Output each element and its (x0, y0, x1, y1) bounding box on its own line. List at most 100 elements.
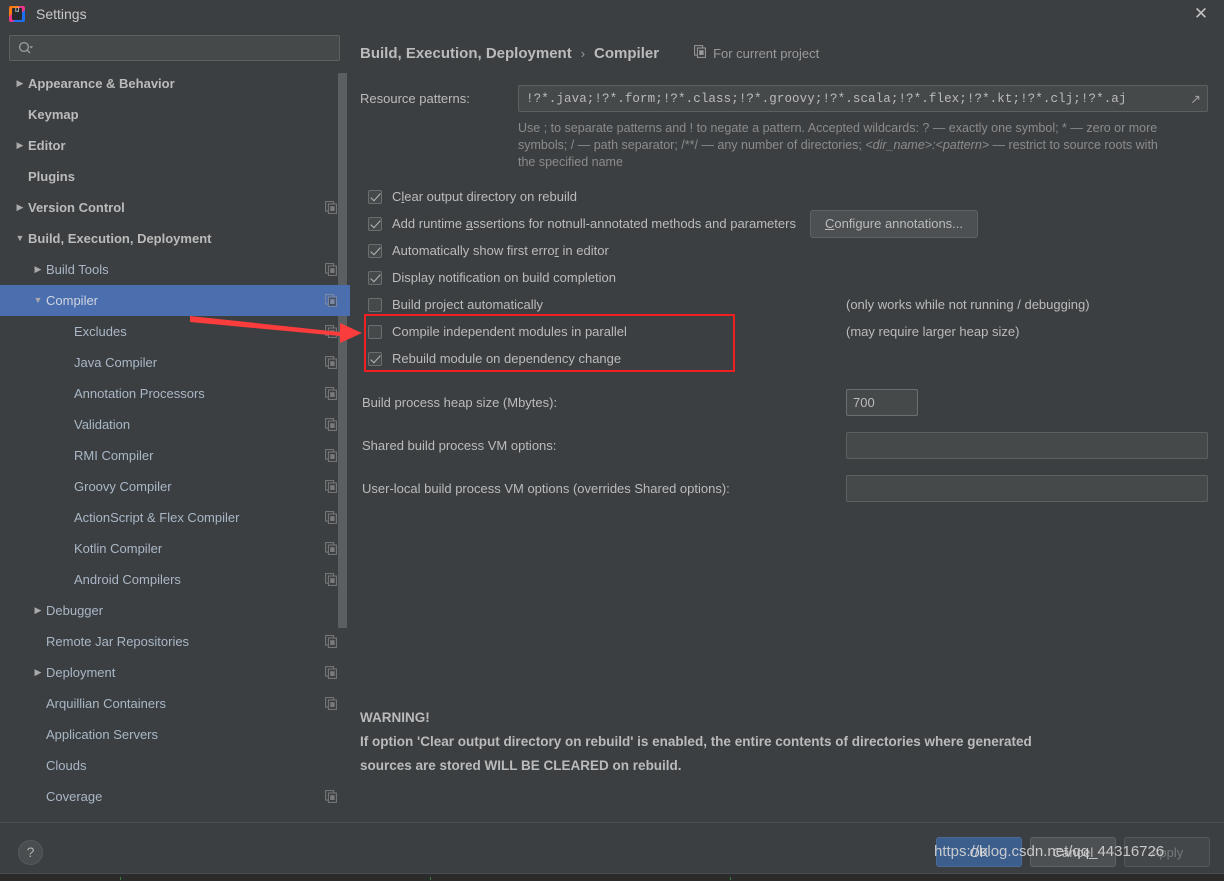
chevron-right-icon[interactable]: ▶ (12, 79, 28, 88)
chevron-right-icon[interactable]: ▶ (30, 265, 46, 274)
sidebar-item-label: Application Servers (46, 727, 158, 742)
checkbox-row-add-runtime-assertions-for: Add runtime assertions for notnull-annot… (368, 209, 1208, 238)
ok-button[interactable]: OK (936, 837, 1022, 867)
shared-vm-options-input[interactable] (846, 431, 1208, 459)
checkbox-rebuild-module-on-dependency[interactable] (368, 351, 382, 366)
sidebar-item-label: Appearance & Behavior (28, 76, 175, 91)
search-input[interactable] (39, 40, 331, 56)
copy-icon (325, 666, 338, 679)
sidebar-item-plugins[interactable]: ▶Plugins (0, 161, 350, 192)
checkbox-clear-output-directory-on[interactable] (368, 189, 382, 204)
close-icon[interactable]: ✕ (1178, 0, 1224, 27)
checkbox-label[interactable]: Compile independent modules in parallel (392, 324, 627, 339)
copy-icon (325, 356, 338, 369)
warning-line-2: sources are stored WILL BE CLEARED on re… (360, 758, 682, 773)
sidebar-item-label: Validation (74, 417, 131, 432)
heap-size-row: Build process heap size (Mbytes): (362, 384, 1208, 420)
heap-size-label: Build process heap size (Mbytes): (362, 394, 558, 410)
sidebar-item-debugger[interactable]: ▶ Debugger (0, 595, 350, 626)
intellij-idea-logo-icon (9, 5, 25, 22)
sidebar-item-build-tools[interactable]: ▶ Build Tools (0, 254, 350, 285)
local-vm-options-input[interactable] (846, 474, 1208, 502)
sidebar-item-java-compiler[interactable]: ▶Java Compiler (0, 347, 350, 378)
copy-icon (325, 418, 338, 431)
resource-patterns-input[interactable] (526, 91, 1181, 106)
warning-title: WARNING! (360, 710, 430, 725)
checkbox-label[interactable]: Automatically show first error in editor (392, 243, 609, 258)
copy-icon (325, 573, 338, 586)
checkbox-compile-independent-modules-in[interactable] (368, 324, 382, 339)
expand-icon[interactable]: ↗ (1190, 92, 1201, 105)
chevron-down-icon[interactable]: ▼ (12, 234, 28, 243)
help-button[interactable]: ? (18, 839, 43, 865)
for-current-project-text: For current project (713, 45, 820, 61)
settings-tree[interactable]: ▶Appearance & Behavior▶Keymap▶Editor▶Plu… (0, 67, 350, 822)
checkbox-label[interactable]: Rebuild module on dependency change (392, 351, 621, 366)
checkbox-row-rebuild-module-on-dependency: Rebuild module on dependency change (368, 345, 1208, 372)
breadcrumb-parent[interactable]: Build, Execution, Deployment (360, 45, 572, 62)
dialog-body: ▶Appearance & Behavior▶Keymap▶Editor▶Plu… (0, 27, 1224, 822)
sidebar-item-application-servers[interactable]: ▶Application Servers (0, 719, 350, 750)
checkbox-add-runtime-assertions-for[interactable] (368, 216, 382, 231)
hint-line-2b: — restrict to (989, 138, 1060, 152)
sidebar-item-actionscript-flex-compiler[interactable]: ▶ActionScript & Flex Compiler (0, 502, 350, 533)
checkbox-display-notification-on-build[interactable] (368, 270, 382, 285)
checkbox-label[interactable]: Build project automatically (392, 297, 543, 312)
sidebar-item-build-execution-deployment[interactable]: ▼ Build, Execution, Deployment (0, 223, 350, 254)
sidebar-item-version-control[interactable]: ▶ Version Control (0, 192, 350, 223)
sidebar-item-label: Groovy Compiler (74, 479, 172, 494)
checkbox-row-clear-output-directory-on: Clear output directory on rebuild (368, 183, 1208, 210)
sidebar-item-android-compilers[interactable]: ▶Android Compilers (0, 564, 350, 595)
checkbox-label[interactable]: Display notification on build completion (392, 270, 616, 285)
sidebar-item-editor[interactable]: ▶ Editor (0, 130, 350, 161)
sidebar-item-label: Plugins (28, 169, 75, 184)
sidebar-item-deployment[interactable]: ▶ Deployment (0, 657, 350, 688)
sidebar-item-kotlin-compiler[interactable]: ▶Kotlin Compiler (0, 533, 350, 564)
checkbox-label[interactable]: Clear output directory on rebuild (392, 189, 577, 204)
sidebar-item-coverage[interactable]: ▶Coverage (0, 781, 350, 812)
resource-patterns-field[interactable]: ↗ (518, 85, 1208, 112)
breadcrumb: Build, Execution, Deployment › Compiler … (360, 45, 1208, 69)
checkbox-label[interactable]: Add runtime assertions for notnull-annot… (392, 216, 796, 231)
sidebar-item-label: Java Compiler (74, 355, 158, 370)
warning-line-1: If option 'Clear output directory on reb… (360, 734, 1032, 749)
sidebar-item-compiler[interactable]: ▼ Compiler (0, 285, 350, 316)
checkbox-row-build-project-automatically: Build project automatically (only works w… (368, 291, 1208, 318)
sidebar-item-remote-jar-repositories[interactable]: ▶Remote Jar Repositories (0, 626, 350, 657)
chevron-right-icon[interactable]: ▶ (30, 668, 46, 677)
sidebar-item-label: Kotlin Compiler (74, 541, 163, 556)
sidebar-item-keymap[interactable]: ▶Keymap (0, 99, 350, 130)
chevron-down-icon[interactable]: ▼ (30, 296, 46, 305)
chevron-right-icon[interactable]: ▶ (12, 203, 28, 212)
copy-icon (325, 201, 338, 214)
copy-icon (325, 635, 338, 648)
sidebar-item-label: Build Tools (46, 262, 109, 277)
configure-annotations-button[interactable]: Configure annotations... (809, 209, 979, 238)
copy-icon (325, 511, 338, 524)
taskbar-strip (0, 873, 1224, 881)
local-vm-options-row: User-local build process VM options (ove… (362, 470, 1208, 506)
cancel-button[interactable]: Cancel (1030, 837, 1116, 867)
sidebar-item-label: Annotation Processors (74, 386, 205, 401)
heap-size-input[interactable] (846, 388, 918, 416)
sidebar-item-validation[interactable]: ▶Validation (0, 409, 350, 440)
sidebar-item-clouds[interactable]: ▶Clouds (0, 750, 350, 781)
checkbox-build-project-automatically[interactable] (368, 297, 382, 312)
sidebar-item-groovy-compiler[interactable]: ▶Groovy Compiler (0, 471, 350, 502)
title-bar: Settings ✕ (0, 0, 1224, 27)
sidebar-item-label: Excludes (74, 324, 127, 339)
chevron-right-icon[interactable]: ▶ (12, 141, 28, 150)
sidebar-item-arquillian-containers[interactable]: ▶Arquillian Containers (0, 688, 350, 719)
search-icon (18, 41, 35, 55)
copy-icon (325, 325, 338, 338)
sidebar-item-annotation-processors[interactable]: ▶Annotation Processors (0, 378, 350, 409)
sidebar-item-rmi-compiler[interactable]: ▶RMI Compiler (0, 440, 350, 471)
chevron-right-icon[interactable]: ▶ (30, 606, 46, 615)
copy-icon (694, 45, 707, 61)
sidebar-item-excludes[interactable]: ▶Excludes (0, 316, 350, 347)
checkbox-automatically-show-first-error[interactable] (368, 243, 382, 258)
search-box[interactable] (9, 35, 340, 61)
apply-button[interactable]: Apply (1124, 837, 1210, 867)
sidebar-item-appearance-behavior[interactable]: ▶ Appearance & Behavior (0, 68, 350, 99)
sidebar-item-label: Deployment (46, 665, 116, 680)
